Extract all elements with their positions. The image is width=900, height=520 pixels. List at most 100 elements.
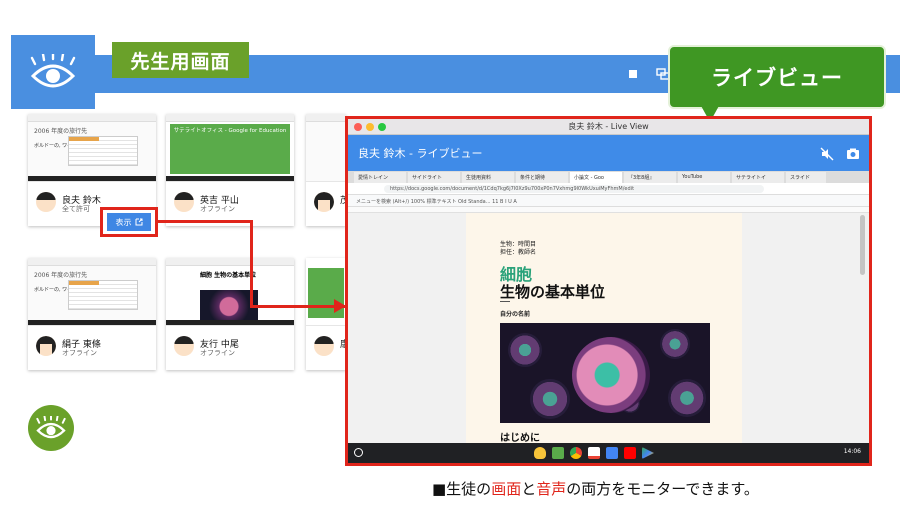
- chromeos-shelf: 14:06: [348, 443, 869, 463]
- student-screen-thumbnail[interactable]: 2006 年度の旅行先 ボルドーの, ワイン: [28, 258, 156, 326]
- thumb-title: 細胞 生物の基本単位: [200, 272, 257, 279]
- student-status: 全て許可: [62, 205, 90, 213]
- student-card[interactable]: 茂: [306, 114, 349, 226]
- highlight-connector: [250, 220, 253, 308]
- doc-divider: [500, 301, 510, 302]
- browser-tabs: 愛情トレイン サイドライト 生徒用資料 条件と期待 小論文 - Goo 『3年8…: [348, 171, 869, 183]
- thumb-table: [68, 280, 138, 310]
- view-live-button[interactable]: 表示: [107, 213, 151, 231]
- avatar: [314, 192, 334, 212]
- student-screen-thumbnail[interactable]: [306, 114, 346, 182]
- thumb-shelf: [166, 320, 294, 325]
- student-screen-thumbnail[interactable]: 2006 年度の旅行先 ボルドーの, ワイン: [28, 114, 156, 182]
- browser-url: https://docs.google.com/document/d/1Cdq7…: [384, 185, 764, 193]
- thumb-shelf: [166, 176, 294, 181]
- stop-icon[interactable]: [625, 67, 641, 81]
- browser-tab: サイドライト: [408, 172, 460, 183]
- caption-highlight: 画面: [491, 480, 522, 498]
- cell-illustration: [500, 323, 710, 423]
- eye-logo-icon: [30, 54, 76, 88]
- caption-text: ■生徒の: [432, 480, 492, 498]
- app-shelf-icon: [534, 447, 546, 459]
- thumb-title: サテライトオフィス - Google for Education: [173, 128, 287, 134]
- thumb-title: 2006 年度の旅行先: [34, 128, 88, 135]
- doc-next-heading: はじめに: [500, 433, 540, 444]
- student-screen-thumbnail[interactable]: 細胞 生物の基本単位: [166, 258, 294, 326]
- avatar: [314, 336, 334, 356]
- student-status: オフライン: [62, 349, 97, 357]
- browser-tab-active: 小論文 - Goo: [570, 172, 622, 183]
- highlight-connector: [250, 305, 345, 308]
- thumb-browser-bar: [166, 258, 294, 266]
- doc-meta: 生物：時間目 担任：教師名: [500, 241, 536, 257]
- browser-tab: YouTube: [678, 172, 730, 183]
- student-card[interactable]: サテライトオフィス - Google for Education 英吉 平山 オ…: [166, 114, 294, 226]
- browser-tab: スライド: [786, 172, 826, 183]
- chrome-icon: [570, 447, 582, 459]
- doc-subheading: 生物の基本単位: [500, 283, 606, 301]
- thumb-title: 2006 年度の旅行先: [34, 272, 88, 279]
- teacher-screen-title: 先生用画面: [112, 42, 249, 78]
- avatar: [174, 336, 194, 356]
- caption-text: の両方をモニターできます。: [566, 480, 759, 498]
- avatar: [36, 192, 56, 212]
- play-store-icon: [642, 447, 654, 459]
- caption-highlight: 音声: [536, 480, 567, 498]
- doc-scrollbar[interactable]: [860, 215, 865, 275]
- mute-audio-icon[interactable]: [820, 146, 834, 161]
- avatar: [36, 336, 56, 356]
- thumb-shelf: [28, 176, 156, 181]
- student-status: オフライン: [200, 205, 235, 213]
- gmail-icon: [588, 447, 600, 459]
- browser-address-bar: https://docs.google.com/document/d/1Cdq7…: [348, 183, 869, 195]
- thumb-table: [68, 136, 138, 166]
- app-shelf-icon: [552, 447, 564, 459]
- student-card[interactable]: 2006 年度の旅行先 ボルドーの, ワイン 絹子 東條 オフライン: [28, 258, 156, 370]
- view-button-label: 表示: [115, 217, 132, 227]
- doc-name-label: 自分の名前: [500, 311, 531, 318]
- student-card[interactable]: 康: [306, 258, 349, 370]
- student-screen-thumbnail[interactable]: サテライトオフィス - Google for Education: [166, 114, 294, 182]
- highlight-connector: [158, 220, 253, 223]
- student-status: オフライン: [200, 349, 235, 357]
- bottom-eye-logo: [28, 405, 74, 451]
- browser-tab: サテライトイ: [732, 172, 784, 183]
- window-title: 良夫 鈴木 - Live View: [568, 122, 649, 131]
- shelf-apps: [534, 447, 654, 459]
- docs-toolbar: メニューを検索 (Alt+/) 100% 標準テキスト Old Standa..…: [348, 195, 869, 207]
- caption-text: と: [521, 480, 537, 498]
- avatar: [174, 192, 194, 212]
- screenshot-camera-icon[interactable]: [846, 146, 860, 160]
- live-view-header: 良夫 鈴木 - ライブビュー: [348, 135, 869, 171]
- window-title-bar[interactable]: 良夫 鈴木 - Live View: [348, 119, 869, 135]
- live-view-title: 良夫 鈴木 - ライブビュー: [358, 147, 483, 160]
- browser-tab: 愛情トレイン: [354, 172, 406, 183]
- doc-meta-line: 生物：時間目: [500, 241, 537, 248]
- view-live-highlight: 表示: [100, 207, 158, 237]
- app-logo-tile: [11, 35, 95, 109]
- open-in-new-icon: [135, 218, 142, 226]
- student-screen-thumbnail[interactable]: [306, 258, 346, 326]
- live-view-window[interactable]: 良夫 鈴木 - Live View 良夫 鈴木 - ライブビュー 愛情トレイン …: [345, 116, 872, 466]
- browser-tab: 条件と期待: [516, 172, 568, 183]
- student-browser-view: 愛情トレイン サイドライト 生徒用資料 条件と期待 小論文 - Goo 『3年8…: [348, 171, 869, 444]
- browser-tab: 『3年8組』: [624, 172, 676, 183]
- thumb-browser-bar: [28, 114, 156, 122]
- thumb-browser-bar: [166, 114, 294, 122]
- document-canvas: 生物：時間目 担任：教師名 細胞 生物の基本単位 自分の名前 はじめに: [348, 213, 869, 444]
- student-card[interactable]: 細胞 生物の基本単位 友行 中尾 オフライン: [166, 258, 294, 370]
- eye-logo-icon: [36, 416, 66, 439]
- teacher-screen-slide: 先生用画面 ライブビュー 2006 年度の旅行先 ボルドーの, ワイン 良夫 鈴…: [0, 0, 900, 520]
- youtube-icon: [624, 447, 636, 459]
- live-view-badge: ライブビュー: [668, 45, 886, 109]
- thumb-shelf: [28, 320, 156, 325]
- doc-meta-line: 担任：教師名: [500, 249, 537, 256]
- docs-icon: [606, 447, 618, 459]
- document-page: 生物：時間目 担任：教師名 細胞 生物の基本単位 自分の名前 はじめに: [466, 213, 742, 444]
- shelf-clock: 14:06: [843, 448, 861, 455]
- thumb-browser-bar: [306, 114, 346, 122]
- caption: ■生徒の画面と音声の両方をモニターできます。: [432, 478, 759, 499]
- launcher-icon: [354, 448, 363, 457]
- thumb-browser-bar: [28, 258, 156, 266]
- browser-tab: 生徒用資料: [462, 172, 514, 183]
